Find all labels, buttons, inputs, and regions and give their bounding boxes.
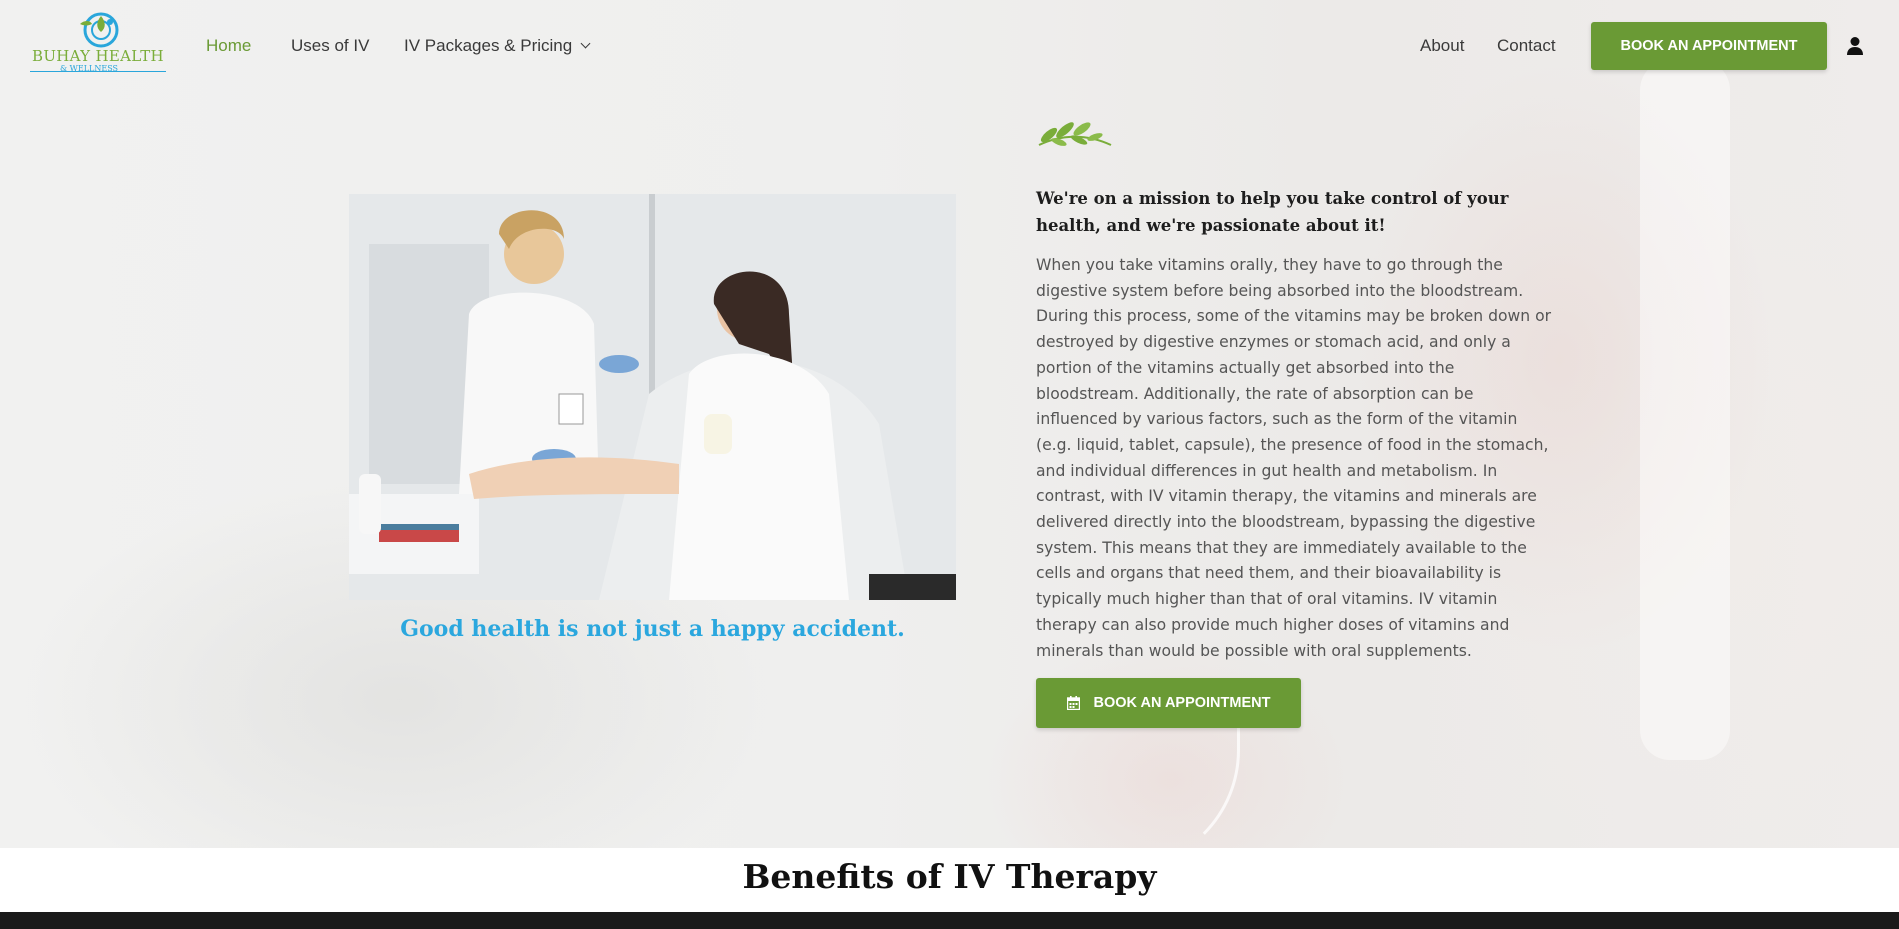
nav-home[interactable]: Home bbox=[206, 36, 251, 56]
user-icon[interactable] bbox=[1846, 36, 1864, 56]
mission-heading: We're on a mission to help you take cont… bbox=[1036, 189, 1509, 235]
book-appointment-label: BOOK AN APPOINTMENT bbox=[1093, 695, 1271, 711]
nav-contact[interactable]: Contact bbox=[1497, 36, 1556, 56]
logo-subtitle: & WELLNESS bbox=[60, 64, 119, 73]
iv-therapy-description: When you take vitamins orally, they have… bbox=[1036, 256, 1552, 660]
book-appointment-button[interactable]: BOOK AN APPOINTMENT bbox=[1036, 678, 1301, 728]
site-header: BUHAY HEALTH & WELLNESS Home Uses of IV … bbox=[0, 0, 1899, 92]
nav-iv-packages-pricing[interactable]: IV Packages & Pricing bbox=[404, 36, 591, 56]
book-appointment-button-header[interactable]: BOOK AN APPOINTMENT bbox=[1591, 22, 1827, 70]
benefits-heading: Benefits of IV Therapy bbox=[0, 848, 1899, 912]
olive-branch-icon bbox=[1038, 122, 1112, 146]
iv-therapy-illustration bbox=[349, 194, 956, 600]
chevron-down-icon bbox=[580, 38, 591, 49]
nav-about[interactable]: About bbox=[1420, 36, 1464, 56]
background-iv-tube bbox=[1040, 720, 1240, 848]
calendar-icon bbox=[1066, 696, 1080, 710]
background-iv-bag bbox=[1640, 60, 1730, 760]
leaf-swirl-logo-icon bbox=[80, 12, 119, 48]
nav-uses-of-iv[interactable]: Uses of IV bbox=[291, 36, 369, 56]
tagline: Good health is not just a happy accident… bbox=[400, 616, 905, 642]
logo-name: BUHAY HEALTH bbox=[32, 47, 164, 65]
dark-section-edge bbox=[0, 912, 1899, 929]
site-logo[interactable]: BUHAY HEALTH & WELLNESS bbox=[30, 10, 170, 76]
iv-therapy-photo bbox=[349, 194, 956, 600]
nav-iv-packages-label: IV Packages & Pricing bbox=[404, 36, 573, 55]
